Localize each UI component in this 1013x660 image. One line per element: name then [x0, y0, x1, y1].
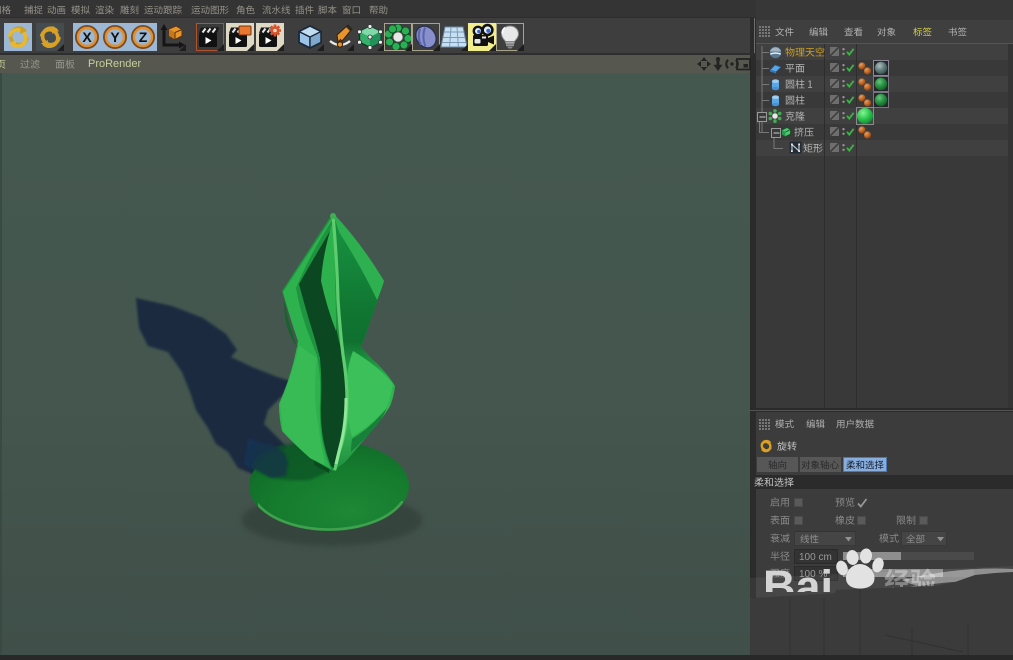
svg-text:Z: Z [139, 29, 148, 45]
svg-text:X: X [82, 29, 92, 45]
svg-text:Y: Y [110, 29, 120, 45]
